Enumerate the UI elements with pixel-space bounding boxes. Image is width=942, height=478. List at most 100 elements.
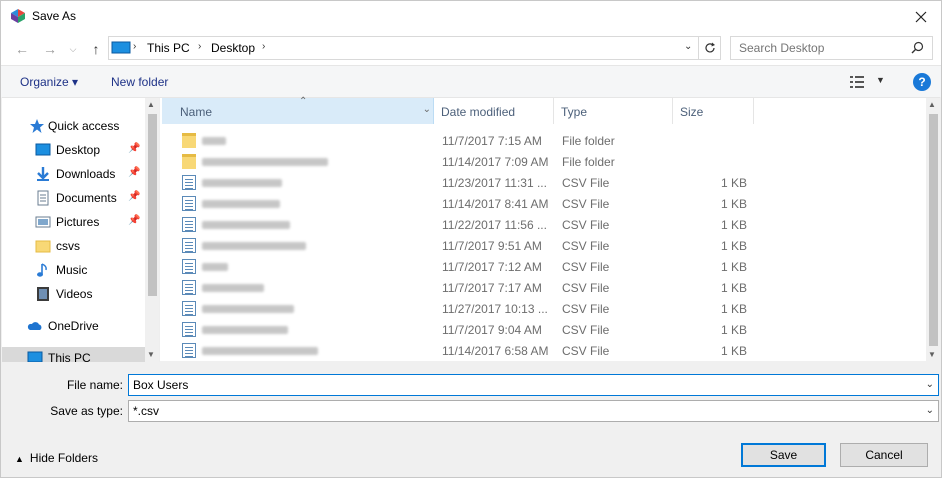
search-input[interactable]: [739, 40, 909, 56]
file-type: CSV File: [562, 323, 610, 337]
file-size: 1 KB: [720, 218, 747, 232]
csv-file-icon: [182, 343, 196, 358]
scroll-down-icon[interactable]: ▼: [928, 350, 936, 359]
file-date: 11/14/2017 8:41 AM: [442, 197, 549, 211]
chevron-down-icon[interactable]: ⌄: [423, 104, 431, 115]
file-name-redacted: [202, 326, 288, 334]
back-button[interactable]: ←: [13, 40, 31, 58]
sidebar-item-pictures[interactable]: Pictures 📌: [2, 211, 145, 233]
breadcrumb-this-pc[interactable]: This PC: [147, 41, 190, 55]
sidebar-item-label: Quick access: [48, 119, 120, 133]
file-row[interactable]: 11/22/2017 11:56 ... CSV File 1 KB: [162, 214, 782, 235]
breadcrumb-separator-icon[interactable]: ›: [133, 41, 136, 52]
csv-file-icon: [182, 217, 196, 232]
file-row[interactable]: 11/7/2017 7:15 AM File folder: [162, 130, 782, 151]
column-header-label: Size: [680, 105, 704, 119]
chevron-down-icon: ⌵: [69, 43, 77, 54]
column-header-label: Type: [561, 105, 588, 119]
sidebar-item-label: Downloads: [56, 167, 116, 181]
column-header-size[interactable]: Size: [674, 98, 754, 124]
column-header-type[interactable]: Type: [555, 98, 673, 124]
save-button[interactable]: Save: [741, 443, 826, 467]
cancel-button[interactable]: Cancel: [840, 443, 928, 467]
file-name-redacted: [202, 179, 282, 187]
scroll-up-icon[interactable]: ▲: [928, 100, 936, 109]
pin-icon: 📌: [128, 215, 141, 226]
file-row[interactable]: 11/14/2017 6:58 AM CSV File 1 KB: [162, 340, 782, 361]
file-name-redacted: [202, 284, 264, 292]
scrollbar-thumb[interactable]: [148, 114, 157, 296]
file-name-redacted: [202, 158, 328, 166]
file-type: CSV File: [562, 197, 610, 211]
file-row[interactable]: 11/14/2017 7:09 AM File folder: [162, 151, 782, 172]
file-row[interactable]: 11/27/2017 10:13 ... CSV File 1 KB: [162, 298, 782, 319]
scrollbar-thumb[interactable]: [929, 114, 938, 346]
app-logo-icon: [11, 9, 25, 23]
breadcrumb-separator-icon[interactable]: ›: [198, 41, 201, 52]
csv-file-icon: [182, 280, 196, 295]
sidebar-item-label: Desktop: [56, 143, 101, 157]
file-date: 11/22/2017 11:56 ...: [442, 218, 547, 232]
search-box[interactable]: [730, 36, 933, 60]
breadcrumb-separator-icon[interactable]: ›: [262, 41, 265, 52]
sidebar-item-csvs[interactable]: csvs: [2, 235, 145, 257]
folder-icon: [35, 240, 51, 253]
sidebar-item-onedrive[interactable]: OneDrive: [2, 315, 145, 337]
chevron-up-icon: ▲: [15, 454, 24, 464]
file-row[interactable]: 11/23/2017 11:31 ... CSV File 1 KB: [162, 172, 782, 193]
up-button[interactable]: ↑: [87, 40, 105, 58]
file-row[interactable]: 11/7/2017 7:17 AM CSV File 1 KB: [162, 277, 782, 298]
csv-file-icon: [182, 175, 196, 190]
file-row[interactable]: 11/7/2017 7:12 AM CSV File 1 KB: [162, 256, 782, 277]
forward-button[interactable]: →: [41, 40, 59, 58]
pc-icon: [27, 351, 43, 362]
change-view-button[interactable]: ▼: [849, 74, 889, 90]
pin-icon: 📌: [128, 143, 141, 154]
chevron-down-icon[interactable]: ⌄: [684, 41, 692, 52]
content-area: Quick access Desktop 📌 Downloads 📌 Docum…: [2, 96, 940, 362]
file-name-value[interactable]: Box Users: [133, 378, 188, 392]
breadcrumb-desktop[interactable]: Desktop: [211, 41, 255, 55]
arrow-right-icon: →: [43, 41, 57, 57]
file-row[interactable]: 11/7/2017 9:51 AM CSV File 1 KB: [162, 235, 782, 256]
save-as-type-value: *.csv: [133, 404, 160, 418]
new-folder-button[interactable]: New folder: [111, 75, 168, 89]
address-bar[interactable]: › This PC › Desktop › ⌄: [108, 36, 699, 60]
recent-locations-button[interactable]: ⌵: [64, 40, 82, 58]
sidebar-item-label: Music: [56, 263, 88, 277]
sidebar-item-documents[interactable]: Documents 📌: [2, 187, 145, 209]
sidebar-item-videos[interactable]: Videos: [2, 283, 145, 305]
column-header-name[interactable]: ⌃ Name ⌄: [162, 96, 434, 124]
file-size: 1 KB: [720, 344, 747, 358]
navigation-scrollbar[interactable]: ▲ ▼: [145, 98, 159, 362]
save-as-type-select[interactable]: *.csv ⌄: [128, 400, 939, 422]
sidebar-item-downloads[interactable]: Downloads 📌: [2, 163, 145, 185]
file-name-redacted: [202, 137, 226, 145]
file-date: 11/14/2017 7:09 AM: [442, 155, 549, 169]
chevron-down-icon[interactable]: ⌄: [926, 379, 934, 390]
navigation-bar: ← → ⌵ ↑ › This PC › Desktop › ⌄: [1, 32, 941, 65]
file-list-scrollbar[interactable]: ▲ ▼: [926, 98, 940, 362]
sidebar-item-quick-access[interactable]: Quick access: [2, 115, 145, 137]
chevron-down-icon[interactable]: ⌄: [926, 405, 934, 416]
folder-icon: [182, 133, 196, 148]
file-row[interactable]: 11/7/2017 9:04 AM CSV File 1 KB: [162, 319, 782, 340]
column-header-date[interactable]: Date modified: [435, 98, 554, 124]
file-name-field[interactable]: Box Users ⌄: [128, 374, 939, 396]
file-row[interactable]: 11/14/2017 8:41 AM CSV File 1 KB: [162, 193, 782, 214]
file-list: ⌃ Name ⌄ Date modified Type Size 11/7/20…: [162, 96, 924, 362]
sidebar-item-label: Pictures: [56, 215, 100, 229]
window-title: Save As: [32, 9, 77, 23]
sidebar-item-desktop[interactable]: Desktop 📌: [2, 139, 145, 161]
pin-icon: 📌: [128, 167, 141, 178]
file-name-redacted: [202, 347, 318, 355]
help-button[interactable]: ?: [913, 73, 931, 91]
organize-menu[interactable]: Organize ▾: [20, 75, 78, 89]
scroll-up-icon[interactable]: ▲: [147, 100, 155, 109]
hide-folders-button[interactable]: ▲ Hide Folders: [15, 451, 98, 465]
scroll-down-icon[interactable]: ▼: [147, 350, 155, 359]
close-button[interactable]: [901, 1, 941, 32]
sidebar-item-this-pc[interactable]: This PC: [2, 347, 145, 362]
refresh-button[interactable]: [699, 36, 721, 60]
sidebar-item-music[interactable]: Music: [2, 259, 145, 281]
